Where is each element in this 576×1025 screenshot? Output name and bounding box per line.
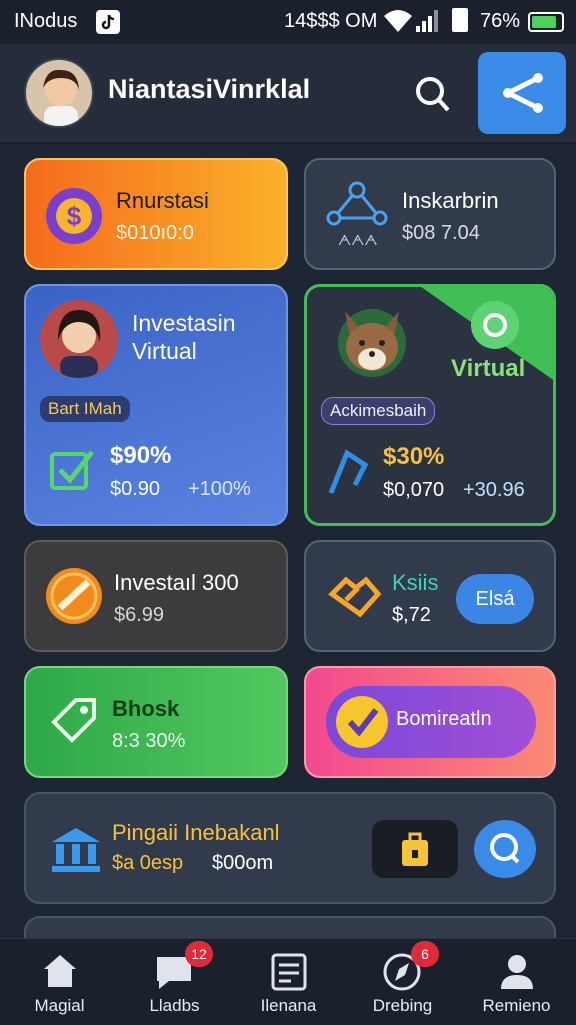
card-title: Ksiis	[392, 570, 439, 595]
notification-badge: 6	[411, 941, 439, 967]
document-icon	[271, 953, 307, 991]
card-title: Pingaii Inebakanl	[112, 820, 280, 845]
card-value: $6.99	[114, 604, 165, 626]
bank-icon	[48, 822, 104, 881]
nav-item-home[interactable]: Magial	[2, 939, 117, 1025]
card-pingaii[interactable]: Pingaii Inebakanl $a 0esp $00om	[24, 792, 556, 904]
bag-icon	[402, 832, 428, 866]
nav-label: Remieno	[482, 996, 551, 1015]
card-investail[interactable]: Investaıl 300 $6.99	[24, 540, 288, 652]
nav-label: Magial	[34, 996, 85, 1015]
sim-icon	[452, 8, 468, 32]
card-title: Inskarbrin	[402, 188, 499, 213]
card-tag: Bart IMah	[40, 396, 130, 422]
card-label: Virtual	[451, 355, 526, 382]
tiktok-icon	[96, 10, 120, 34]
card-ksiis[interactable]: Ksiis $,72 Elsá	[304, 540, 556, 652]
card-inskarbrin[interactable]: ᗅᗅᗅ Inskarbrin $08 7.04	[304, 158, 556, 270]
card-title: Bhosk	[112, 696, 180, 721]
check-badge-icon	[336, 696, 388, 748]
notification-badge: 12	[185, 941, 213, 967]
card-title: Investaıl 300	[114, 570, 239, 595]
nav-label: Drebing	[372, 996, 433, 1015]
share-button[interactable]	[478, 52, 566, 134]
card-virtual[interactable]: Virtual Ackimesbaih $30% $0,070 +30.96	[304, 284, 556, 526]
wifi-icon	[382, 8, 414, 39]
elsa-button[interactable]: Elsá	[456, 574, 534, 624]
card-title: Rnurstasi	[116, 188, 209, 213]
card-rnurstasi[interactable]: $ Rnurstasi $010ı0:0	[24, 158, 288, 270]
nav-item-profile[interactable]: Remieno	[459, 939, 574, 1025]
share-icon	[502, 73, 543, 113]
card-percent: $90%	[110, 442, 172, 469]
avatar	[40, 300, 118, 378]
status-center-text: 14$$$ OM	[284, 10, 378, 32]
network-icon-caption: ᗅᗅᗅ	[338, 232, 378, 248]
nav-item-document[interactable]: Ilenana	[231, 939, 346, 1025]
bomireatln-button[interactable]: Bomireatln	[326, 686, 536, 758]
card-investasin-virtual[interactable]: Investasin Virtual Bart IMah $90% $0.90 …	[24, 284, 288, 526]
app-header: NiantasiVinrklal	[0, 44, 576, 144]
card-percent: $30%	[383, 443, 445, 470]
search-button[interactable]	[474, 820, 536, 878]
card-change: +100%	[188, 478, 251, 500]
trend-icon	[325, 445, 371, 504]
user-icon	[501, 955, 533, 989]
avatar[interactable]	[24, 58, 94, 128]
coin-icon	[46, 568, 102, 624]
search-icon[interactable]	[410, 72, 454, 121]
nav-item-chat[interactable]: 12 Lladbs	[117, 939, 232, 1025]
tag-icon	[46, 692, 102, 757]
card-value: $010ı0:0	[116, 222, 194, 244]
card-value: 8:3 30%	[112, 730, 186, 752]
battery-icon	[528, 12, 564, 32]
card-title-line2: Virtual	[132, 338, 197, 364]
nav-label: Lladbs	[149, 996, 200, 1015]
card-value: $0.90	[110, 478, 161, 500]
home-icon	[44, 955, 76, 987]
bottom-navigation: Magial 12 Lladbs Ilenana 6 Drebing Remie…	[0, 938, 576, 1025]
card-value: $,72	[392, 604, 431, 626]
card-bhosk[interactable]: Bhosk 8:3 30%	[24, 666, 288, 778]
search-icon	[490, 833, 520, 864]
app-title: NiantasiVinrklal	[108, 74, 311, 104]
card-bomireatln[interactable]: Bomireatln	[304, 666, 556, 778]
check-icon	[48, 444, 98, 499]
nav-label: Ilenana	[260, 996, 317, 1015]
svg-text:$: $	[67, 201, 82, 231]
network-icon	[324, 180, 390, 233]
card-value: $0,070	[383, 479, 445, 501]
nav-item-compass[interactable]: 6 Drebing	[345, 939, 460, 1025]
card-tag: Ackimesbaih	[321, 397, 436, 425]
card-title-line1: Investasin	[132, 310, 236, 336]
status-bar: INodus 14$$$ OM 76%	[0, 0, 576, 44]
battery-percent: 76%	[480, 10, 521, 32]
bag-button[interactable]	[372, 820, 458, 878]
handshake-icon	[326, 568, 382, 629]
signal-icon	[414, 8, 442, 39]
card-value: $08 7.04	[402, 222, 480, 244]
card-change: +30.96	[463, 479, 525, 501]
gear-icon	[471, 301, 519, 349]
card-value-right: $00om	[212, 852, 274, 874]
button-label: Bomireatln	[396, 708, 492, 730]
carrier-label: INodus	[14, 10, 78, 32]
dollar-coin-icon: $	[46, 188, 102, 244]
fox-icon	[329, 297, 415, 388]
card-value-left: $a 0esp	[112, 852, 184, 874]
